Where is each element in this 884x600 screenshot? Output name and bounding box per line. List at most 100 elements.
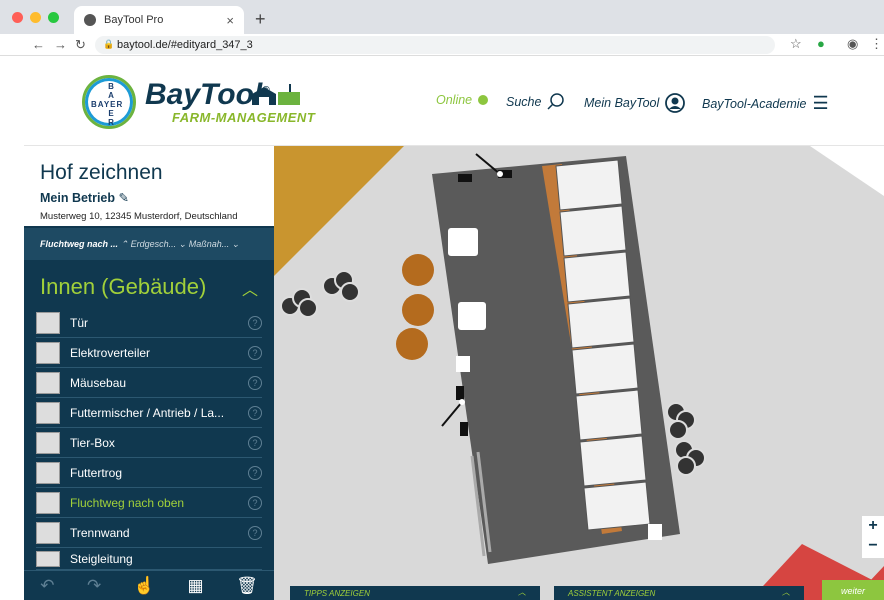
help-icon[interactable]: ? [248, 465, 262, 480]
assistant-bar[interactable]: ASSISTENT ANZEIGEN ︿ [554, 586, 804, 600]
browser-tab-bar: BayTool Pro × + [0, 0, 884, 34]
user-icon [665, 93, 686, 113]
undo-icon[interactable]: ↶ [40, 576, 54, 596]
electrical-box-icon-placed[interactable] [458, 302, 486, 330]
help-icon[interactable]: ? [248, 345, 262, 360]
sidebar-item-label: Futtertrog [70, 465, 123, 480]
section-title: Innen (Gebäude) [40, 274, 207, 299]
partition-wall-icon [36, 521, 60, 544]
site-header: B A BAYER E R BayTool® FARM-MANAGEMENT O… [24, 56, 884, 146]
breadcrumb-item-1[interactable]: Fluchtweg nach ... [40, 239, 118, 249]
sidebar-item-elektroverteiler[interactable]: Elektroverteiler ? [36, 338, 262, 368]
mouse-burrow-icon [36, 371, 60, 394]
field-area-orange[interactable] [272, 146, 404, 278]
sidebar-header: Hof zeichnen Mein Betrieb ✎ Musterweg 10… [24, 146, 274, 226]
zoom-in-button[interactable]: + [862, 516, 884, 538]
reload-icon[interactable]: ↻ [75, 37, 86, 53]
assistant-label: ASSISTENT ANZEIGEN [568, 589, 656, 598]
breadcrumb-item-2[interactable]: Erdgesch... [131, 239, 177, 249]
online-label: Online [436, 93, 473, 107]
profile-icon[interactable]: ◉ [847, 36, 858, 52]
yard-plan[interactable] [272, 146, 884, 600]
door-icon [36, 311, 60, 334]
close-window-button[interactable] [12, 12, 23, 23]
tree-shrubs[interactable] [396, 254, 434, 360]
sidebar-item-label: Futtermischer / Antrieb / La... [70, 405, 225, 420]
sidebar-item-trennwand[interactable]: Trennwand ? [36, 518, 262, 548]
barn-logo-icon [252, 84, 300, 105]
chevron-up-icon: ︿ [782, 588, 790, 597]
farm-address: Musterweg 10, 12345 Musterdorf, Deutschl… [40, 211, 238, 222]
minimize-window-button[interactable] [30, 12, 41, 23]
sidebar-item-tuer[interactable]: Tür ? [36, 308, 262, 338]
escape-route-icon-placed-2[interactable] [648, 524, 662, 540]
account-label: Mein BayTool [584, 96, 660, 110]
bookmark-star-icon[interactable]: ☆ [790, 36, 802, 52]
help-icon[interactable]: ? [248, 495, 262, 510]
trash-icon[interactable]: 🗑 [236, 576, 258, 596]
academy-label: BayTool-Academie [702, 96, 807, 111]
brand-subtitle: FARM-MANAGEMENT [172, 110, 316, 125]
field-area-white [810, 146, 884, 196]
browser-menu-icon[interactable]: ⋮ [870, 36, 883, 52]
sidebar-item-maeusebau[interactable]: Mäusebau ? [36, 368, 262, 398]
farm-name: Mein Betrieb ✎ [40, 191, 129, 205]
collapse-chevron-icon[interactable]: ︿ [242, 276, 258, 300]
maximize-window-button[interactable] [48, 12, 59, 23]
riser-pipe-icon [36, 550, 60, 567]
chevron-down-icon: ⌄ [231, 239, 240, 249]
help-icon[interactable]: ? [248, 405, 262, 420]
drawing-canvas[interactable] [272, 146, 884, 600]
sidebar-item-fluchtweg[interactable]: Fluchtweg nach oben ? [36, 488, 262, 518]
help-icon[interactable]: ? [248, 435, 262, 450]
hand-pointer-icon[interactable]: ☝ [134, 576, 155, 596]
new-tab-button[interactable]: + [255, 9, 266, 30]
escape-route-icon [36, 491, 60, 514]
sidebar-item-futtertrog[interactable]: Futtertrog ? [36, 458, 262, 488]
online-status: Online [436, 93, 489, 107]
sidebar-item-label: Tier-Box [70, 435, 115, 450]
search-icon [547, 93, 565, 110]
animal-box-icon [36, 431, 60, 454]
redo-icon[interactable]: ↷ [87, 576, 101, 596]
window-controls [12, 12, 59, 23]
breadcrumb[interactable]: Fluchtweg nach ... ⌃ Erdgesch... ⌄ Maßna… [24, 228, 274, 260]
browser-tab[interactable]: BayTool Pro × [74, 6, 244, 34]
address-bar-row: ← → ↻ 🔒 baytool.de/#edityard_347_3 ☆ ● ◉… [0, 34, 884, 56]
sidebar-item-label: Trennwand [70, 525, 130, 540]
sidebar-item-label: Elektroverteiler [70, 345, 151, 360]
zoom-out-button[interactable]: − [862, 536, 884, 558]
sidebar-item-steigleitung[interactable]: Steigleitung [36, 548, 262, 570]
url-field[interactable]: 🔒 baytool.de/#edityard_347_3 [95, 36, 775, 54]
academy-link[interactable]: BayTool-Academie ☰ [702, 93, 829, 114]
favicon-icon [84, 14, 96, 26]
account-link[interactable]: Mein BayTool [584, 93, 686, 113]
chevron-down-icon: ⌄ [178, 239, 187, 249]
sidebar: Hof zeichnen Mein Betrieb ✎ Musterweg 10… [24, 146, 274, 600]
sidebar-item-tier-box[interactable]: Tier-Box ? [36, 428, 262, 458]
help-icon[interactable]: ? [248, 375, 262, 390]
bayer-logo: B A BAYER E R [82, 75, 136, 129]
tips-bar[interactable]: TIPPS ANZEIGEN ︿ [290, 586, 540, 600]
next-button[interactable]: weiter [822, 580, 884, 600]
search-link[interactable]: Suche [506, 93, 565, 111]
forward-icon[interactable]: → [54, 37, 67, 52]
grid-icon[interactable]: ▦ [188, 576, 204, 596]
section-header[interactable]: Innen (Gebäude) ︿ [24, 264, 274, 310]
sidebar-item-futtermischer[interactable]: Futtermischer / Antrieb / La... ? [36, 398, 262, 428]
edit-pencil-icon[interactable]: ✎ [119, 191, 129, 205]
lock-icon: 🔒 [103, 39, 115, 49]
help-icon[interactable]: ? [248, 525, 262, 540]
sidebar-item-label: Fluchtweg nach oben [70, 495, 185, 510]
tab-title: BayTool Pro [104, 14, 164, 26]
url-text: baytool.de/#edityard_347_3 [117, 39, 253, 51]
hamburger-menu-icon[interactable]: ☰ [812, 93, 828, 114]
tab-close-icon[interactable]: × [226, 13, 234, 28]
extension-icon[interactable]: ● [817, 36, 825, 51]
help-icon[interactable]: ? [248, 315, 262, 330]
back-icon[interactable]: ← [32, 37, 45, 52]
breadcrumb-item-3[interactable]: Maßnah... [189, 239, 230, 249]
mixer-icon-placed[interactable] [448, 228, 478, 256]
sidebar-item-label: Steigleitung [70, 551, 133, 566]
escape-route-icon-placed[interactable] [456, 356, 470, 372]
